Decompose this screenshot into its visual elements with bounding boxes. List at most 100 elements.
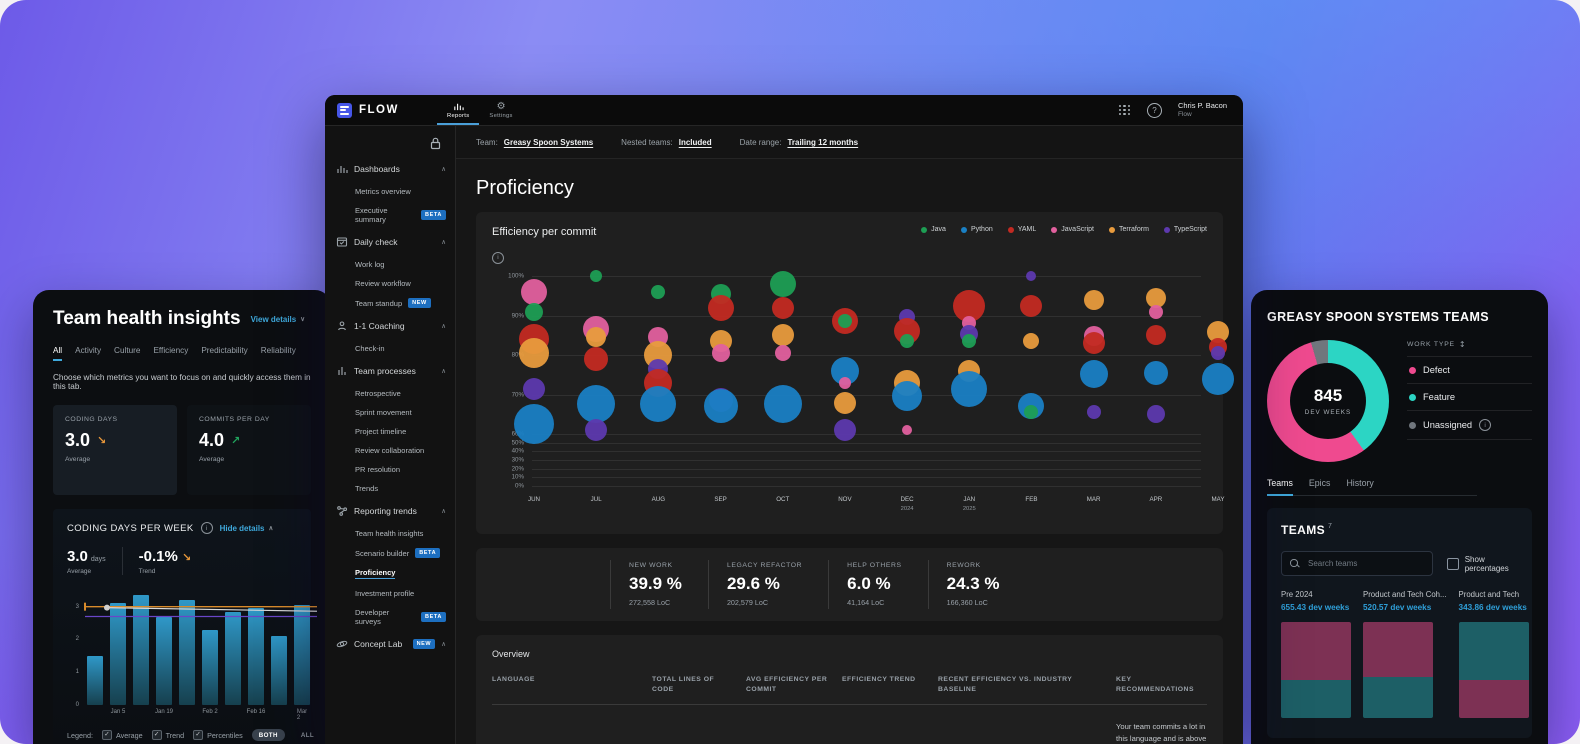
info-icon[interactable]: i bbox=[492, 251, 504, 264]
tab-culture[interactable]: Culture bbox=[114, 346, 140, 361]
lock-icon[interactable] bbox=[430, 137, 441, 150]
info-icon[interactable]: i bbox=[200, 522, 213, 534]
bubble-typescript[interactable] bbox=[523, 377, 545, 400]
hide-details-link[interactable]: Hide details ∧ bbox=[220, 524, 274, 533]
tab-teams[interactable]: Teams bbox=[1267, 478, 1293, 496]
bubble-terraform[interactable] bbox=[519, 338, 549, 369]
bubble-typescript[interactable] bbox=[1146, 405, 1165, 424]
view-details-link[interactable]: View details ∨ bbox=[251, 315, 305, 324]
bubble-terraform[interactable] bbox=[833, 392, 856, 415]
bubble-yaml[interactable] bbox=[1020, 294, 1043, 317]
filter-value[interactable]: Greasy Spoon Systems bbox=[504, 138, 593, 147]
filter-value[interactable]: Trailing 12 months bbox=[787, 138, 858, 147]
checkbox-checked[interactable]: ✓ bbox=[193, 730, 204, 740]
sort-icon[interactable]: ↕ bbox=[1459, 340, 1467, 349]
tab-history[interactable]: History bbox=[1346, 478, 1373, 496]
work-type-row-feature[interactable]: Feature bbox=[1407, 384, 1532, 411]
bubble-yaml[interactable] bbox=[707, 294, 734, 321]
sidebar-item-pr-resolution[interactable]: PR resolution bbox=[325, 460, 455, 479]
bubble-python[interactable] bbox=[892, 381, 923, 412]
filter-value[interactable]: Included bbox=[679, 138, 712, 147]
bubble-terraform[interactable] bbox=[1083, 289, 1104, 310]
search-teams-input[interactable] bbox=[1306, 558, 1424, 569]
sidebar-item-developer-surveys[interactable]: Developer surveys BETA bbox=[325, 603, 455, 631]
sidebar-section-team-processes[interactable]: Team processes ∧ bbox=[325, 358, 455, 384]
sidebar-item-team-standup[interactable]: Team standup NEW bbox=[325, 293, 455, 313]
bar[interactable] bbox=[271, 636, 287, 705]
bar[interactable] bbox=[133, 595, 149, 705]
sidebar-item-investment-profile[interactable]: Investment profile bbox=[325, 584, 455, 603]
bubble-typescript[interactable] bbox=[1211, 346, 1225, 361]
sidebar-section-reporting-trends[interactable]: Reporting trends ∧ bbox=[325, 498, 455, 524]
tab-reports[interactable]: Reports bbox=[437, 95, 480, 125]
tab-settings[interactable]: ⚙ Settings bbox=[479, 95, 522, 125]
sidebar-item-check-in[interactable]: Check-in bbox=[325, 339, 455, 358]
legend-toggle-average[interactable]: ✓ Average bbox=[101, 730, 143, 740]
info-icon[interactable]: i bbox=[1479, 419, 1492, 431]
bubble-java[interactable] bbox=[651, 284, 666, 299]
sidebar-item-sprint-movement[interactable]: Sprint movement bbox=[325, 403, 455, 422]
tab-predictability[interactable]: Predictability bbox=[201, 346, 247, 361]
bar[interactable] bbox=[225, 611, 241, 705]
tab-epics[interactable]: Epics bbox=[1309, 478, 1331, 496]
bubble-typescript[interactable] bbox=[1026, 271, 1037, 281]
bubble-yaml[interactable] bbox=[1082, 332, 1105, 355]
bar[interactable] bbox=[202, 629, 218, 705]
bubble-python[interactable] bbox=[577, 385, 616, 424]
team-stacked-bar[interactable] bbox=[1281, 622, 1351, 718]
apps-grid-icon[interactable] bbox=[1118, 104, 1131, 116]
sidebar-item-project-timeline[interactable]: Project timeline bbox=[325, 422, 455, 441]
sidebar-item-executive-summary[interactable]: Executive summary BETA bbox=[325, 201, 455, 229]
sidebar-section-1-1-coaching[interactable]: 1-1 Coaching ∧ bbox=[325, 313, 455, 339]
work-type-donut-chart[interactable]: 845 DEV WEEKS bbox=[1267, 340, 1389, 462]
team-stacked-bar[interactable] bbox=[1458, 622, 1529, 718]
sidebar-item-metrics-overview[interactable]: Metrics overview bbox=[325, 182, 455, 201]
sidebar-section-dashboards[interactable]: Dashboards ∧ bbox=[325, 156, 455, 182]
bubble-yaml[interactable] bbox=[1145, 325, 1166, 346]
bar[interactable] bbox=[248, 608, 264, 705]
checkbox-checked[interactable]: ✓ bbox=[151, 730, 162, 740]
bubble-python[interactable] bbox=[1202, 363, 1234, 396]
table-row[interactable]: Python 241,641 69.2 % 1% ↗ bbox=[492, 705, 1207, 744]
bar[interactable] bbox=[294, 605, 310, 705]
bubble-terraform[interactable] bbox=[1023, 333, 1040, 350]
bubble-python[interactable] bbox=[1143, 360, 1168, 385]
checkbox-checked[interactable]: ✓ bbox=[101, 730, 112, 740]
bubble-python[interactable] bbox=[640, 386, 677, 423]
tab-all[interactable]: All bbox=[53, 346, 63, 361]
team-stacked-bar[interactable] bbox=[1363, 622, 1433, 718]
bubble-yaml[interactable] bbox=[584, 346, 609, 371]
tab-activity[interactable]: Activity bbox=[75, 346, 101, 361]
tab-efficiency[interactable]: Efficiency bbox=[153, 346, 188, 361]
sidebar-section-daily-check[interactable]: Daily check ∧ bbox=[325, 229, 455, 255]
bar[interactable] bbox=[87, 655, 103, 705]
bubble-python[interactable] bbox=[763, 385, 802, 424]
bubble-python[interactable] bbox=[514, 404, 554, 445]
bubble-java[interactable] bbox=[590, 270, 603, 282]
bubble-python[interactable] bbox=[1079, 359, 1108, 388]
bubble-terraform[interactable] bbox=[771, 324, 794, 347]
bubble-python[interactable] bbox=[703, 389, 738, 424]
sidebar-item-proficiency[interactable]: Proficiency bbox=[325, 563, 455, 584]
bubble-typescript[interactable] bbox=[1086, 405, 1101, 420]
bar[interactable] bbox=[179, 600, 195, 705]
pill-all[interactable]: ALL bbox=[294, 729, 321, 741]
sidebar-item-review-workflow[interactable]: Review workflow bbox=[325, 274, 455, 293]
bubble-javascript[interactable] bbox=[838, 376, 851, 389]
tab-reliability[interactable]: Reliability bbox=[261, 346, 296, 361]
bubble-typescript[interactable] bbox=[833, 419, 856, 442]
work-type-row-defect[interactable]: Defect bbox=[1407, 357, 1532, 384]
legend-toggle-percentiles[interactable]: ✓ Percentiles bbox=[193, 730, 243, 740]
sidebar-item-scenario-builder[interactable]: Scenario builder BETA bbox=[325, 543, 455, 563]
show-percentages-checkbox[interactable] bbox=[1446, 557, 1459, 570]
work-type-row-unassigned[interactable]: Unassigned i bbox=[1407, 411, 1532, 440]
show-percentages-option[interactable]: Show percentages bbox=[1446, 555, 1518, 573]
help-icon[interactable]: ? bbox=[1146, 102, 1162, 118]
bubble-typescript[interactable] bbox=[585, 419, 608, 442]
bubble-java[interactable] bbox=[900, 334, 915, 349]
bubble-javascript[interactable] bbox=[711, 344, 730, 363]
sidebar-item-team-health-insights[interactable]: Team health insights bbox=[325, 524, 455, 543]
bubble-java[interactable] bbox=[525, 302, 543, 321]
bubble-javascript[interactable] bbox=[1148, 305, 1163, 320]
user-menu[interactable]: Chris P. Bacon Flow bbox=[1178, 101, 1227, 119]
